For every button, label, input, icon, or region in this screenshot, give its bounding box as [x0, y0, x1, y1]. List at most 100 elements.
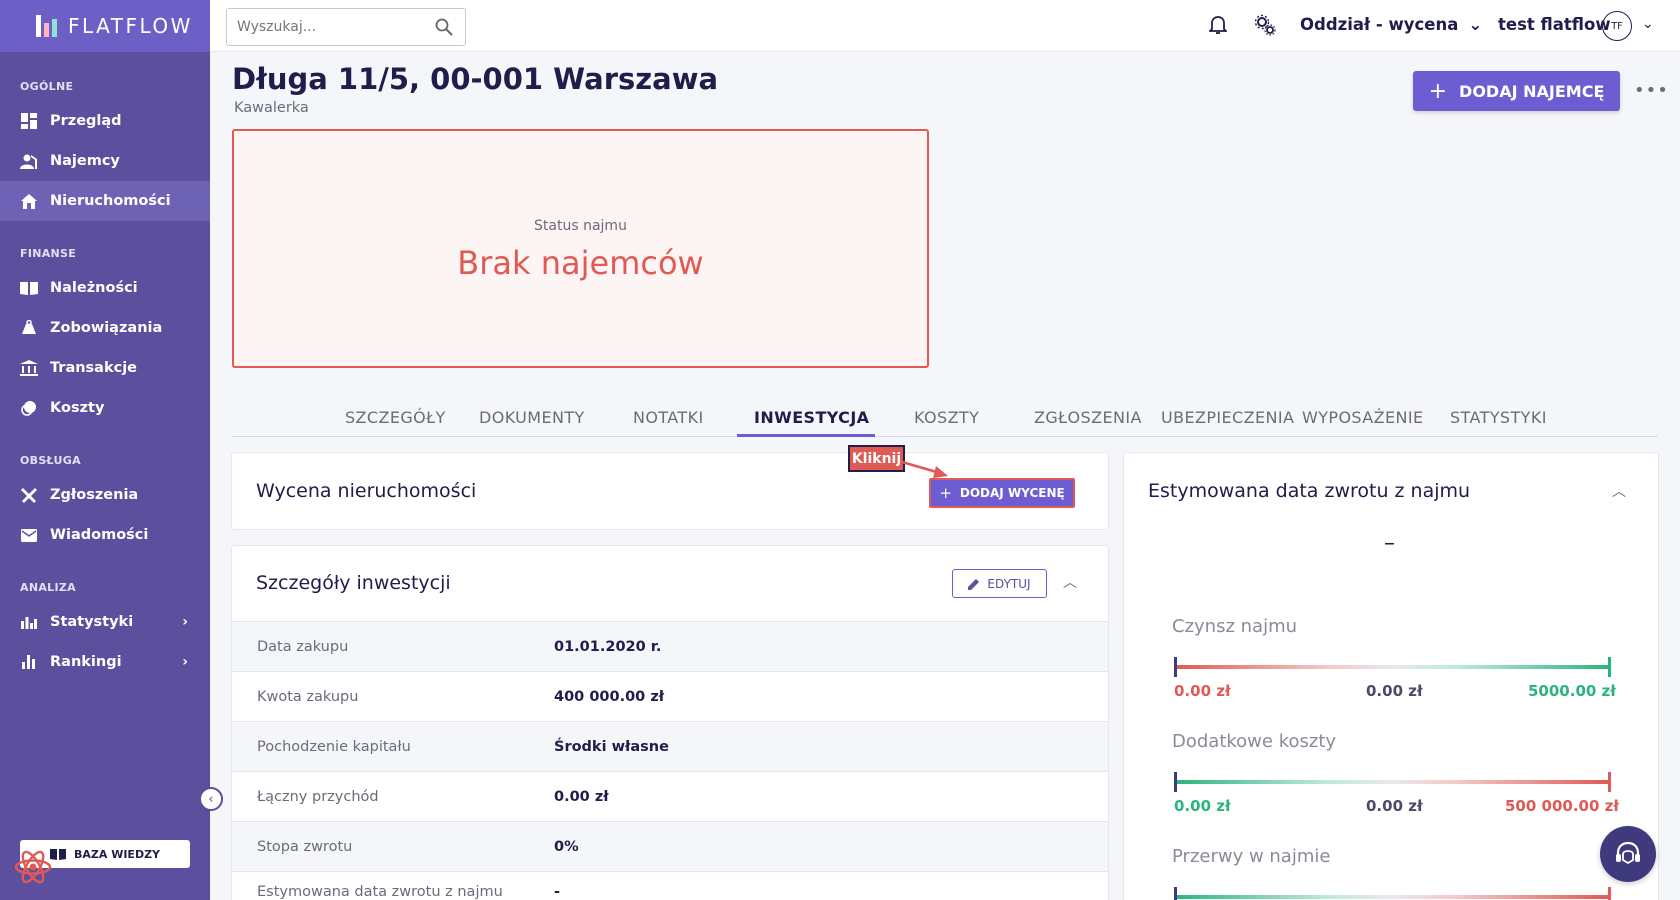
- sidebar-item-przeglad[interactable]: Przegląd: [0, 101, 210, 141]
- vacancy-range-bar: [1174, 895, 1610, 899]
- collapse-sidebar-button[interactable]: ‹: [199, 787, 223, 811]
- add-valuation-label: DODAJ WYCENĘ: [959, 486, 1065, 500]
- open-book-icon: [49, 849, 66, 860]
- sidebar-item-label: Koszty: [50, 400, 105, 416]
- pencil-icon: [968, 578, 980, 590]
- sidebar-item-zobowiazania[interactable]: Zobowiązania: [0, 308, 210, 348]
- sidebar-item-label: Zobowiązania: [50, 320, 163, 336]
- search-icon[interactable]: [435, 18, 453, 36]
- row-value: -: [554, 884, 561, 900]
- row-label: Pochodzenie kapitału: [257, 738, 411, 755]
- range-max-marker: [1608, 887, 1611, 900]
- settings-icon[interactable]: [1254, 14, 1276, 36]
- sidebar: FLATFLOW OGÓLNE Przegląd Najemcy Nieruch…: [0, 0, 210, 900]
- flatflow-logo-icon: [36, 15, 58, 37]
- tab-dokumenty[interactable]: DOKUMENTY: [479, 408, 585, 427]
- sidebar-item-rankingi[interactable]: Rankingi ›: [0, 642, 210, 682]
- branch-label: Oddział - wycena: [1300, 15, 1459, 34]
- sidebar-item-statystyki[interactable]: Statystyki ›: [0, 602, 210, 642]
- tab-zgloszenia[interactable]: ZGŁOSZENIA: [1034, 408, 1142, 427]
- metric-title: Przerwy w najmie: [1172, 846, 1331, 867]
- sidebar-item-label: Należności: [50, 280, 138, 296]
- row-label: Stopa zwrotu: [257, 838, 353, 855]
- add-valuation-button[interactable]: + DODAJ WYCENĘ: [929, 478, 1075, 508]
- search-input[interactable]: [237, 19, 427, 35]
- table-row: Estymowana data zwrotu z najmu -: [232, 871, 1108, 900]
- chevron-left-icon: ‹: [208, 791, 214, 807]
- table-row: Kwota zakupu 400 000.00 zł: [232, 671, 1108, 721]
- book-icon: [20, 279, 38, 297]
- tabs: SZCZEGÓŁY DOKUMENTY NOTATKI INWESTYCJA K…: [232, 396, 1658, 437]
- branch-selector[interactable]: Oddział - wycena ⌄: [1300, 15, 1482, 34]
- ranking-icon: [20, 653, 38, 671]
- sidebar-item-label: Najemcy: [50, 153, 120, 169]
- collapse-chevron-up-icon[interactable]: ︿: [1063, 572, 1077, 592]
- bag-icon: [20, 319, 38, 337]
- mail-icon: [20, 526, 38, 544]
- investment-details-card: Szczegóły inwestycji EDYTUJ ︿ Data zakup…: [231, 545, 1109, 900]
- sidebar-item-wiadomosci[interactable]: Wiadomości: [0, 515, 210, 555]
- row-value: 0%: [554, 838, 579, 855]
- metric-title: Dodatkowe koszty: [1172, 731, 1337, 752]
- avatar[interactable]: TF: [1602, 11, 1632, 41]
- estimate-value: –: [1384, 531, 1395, 556]
- tenants-icon: [20, 152, 38, 170]
- sidebar-item-najemcy[interactable]: Najemcy: [0, 141, 210, 181]
- tools-icon: [20, 486, 38, 504]
- sidebar-item-label: Nieruchomości: [50, 193, 171, 209]
- page-subtitle: Kawalerka: [234, 100, 309, 116]
- user-menu-chevron-icon[interactable]: ⌄: [1642, 16, 1654, 32]
- row-value: 0.00 zł: [554, 788, 609, 805]
- tab-szczegoly[interactable]: SZCZEGÓŁY: [345, 408, 446, 427]
- sidebar-item-nieruchomosci[interactable]: Nieruchomości: [0, 181, 210, 221]
- valuation-card: Wycena nieruchomości + DODAJ WYCENĘ: [231, 452, 1109, 530]
- tab-inwestycja[interactable]: INWESTYCJA: [754, 408, 869, 427]
- estimate-title: Estymowana data zwrotu z najmu: [1148, 480, 1471, 502]
- add-tenant-button[interactable]: + DODAJ NAJEMCĘ: [1413, 71, 1620, 111]
- tab-koszty[interactable]: KOSZTY: [914, 408, 979, 427]
- click-annotation-label: Kliknij: [848, 445, 905, 472]
- bell-icon[interactable]: [1209, 15, 1227, 35]
- chevron-right-icon: ›: [182, 654, 188, 670]
- rental-status-card: Status najmu Brak najemców: [232, 129, 929, 368]
- payback-estimate-card: Estymowana data zwrotu z najmu ︿ – Czyns…: [1123, 452, 1659, 900]
- edit-button[interactable]: EDYTUJ: [952, 569, 1047, 598]
- topbar: Oddział - wycena ⌄ test flatflow TF ⌄: [210, 0, 1680, 52]
- tab-wyposazenie[interactable]: WYPOSAŻENIE: [1302, 408, 1424, 427]
- row-value: Środki własne: [554, 738, 669, 755]
- collapse-chevron-up-icon[interactable]: ︿: [1612, 481, 1626, 501]
- sidebar-item-zgloszenia[interactable]: Zgłoszenia: [0, 475, 210, 515]
- tab-statystyki[interactable]: STATYSTYKI: [1450, 408, 1547, 427]
- support-chat-button[interactable]: [1600, 826, 1656, 882]
- range-max-marker: [1608, 772, 1611, 792]
- react-devtools-icon[interactable]: [14, 848, 52, 886]
- table-row: Pochodzenie kapitału Środki własne: [232, 721, 1108, 771]
- costs-range-bar: [1174, 780, 1610, 784]
- user-name[interactable]: test flatflow: [1498, 15, 1611, 34]
- range-min-marker: [1174, 657, 1177, 677]
- row-label: Data zakupu: [257, 638, 349, 655]
- metric-min: 0.00 zł: [1174, 682, 1231, 700]
- tab-ubezpieczenia[interactable]: UBEZPIECZENIA: [1161, 408, 1294, 427]
- sidebar-item-naleznosci[interactable]: Należności: [0, 268, 210, 308]
- add-tenant-label: DODAJ NAJEMCĘ: [1459, 81, 1605, 101]
- tab-notatki[interactable]: NOTATKI: [633, 408, 704, 427]
- more-options-icon[interactable]: •••: [1634, 80, 1669, 101]
- sidebar-item-label: Statystyki: [50, 614, 134, 630]
- valuation-title: Wycena nieruchomości: [256, 480, 477, 502]
- metric-current: 0.00 zł: [1366, 682, 1423, 700]
- nav-section-obsluga: OBSŁUGA: [20, 454, 81, 467]
- metric-max: 500 000.00 zł: [1505, 797, 1619, 815]
- table-row: Łączny przychód 0.00 zł: [232, 771, 1108, 821]
- table-row: Data zakupu 01.01.2020 r.: [232, 621, 1108, 671]
- row-label: Estymowana data zwrotu z najmu: [257, 884, 503, 900]
- sidebar-item-transakcje[interactable]: Transakcje: [0, 348, 210, 388]
- status-label: Status najmu: [534, 218, 627, 234]
- home-icon: [20, 192, 38, 210]
- logo[interactable]: FLATFLOW: [0, 0, 210, 52]
- app-name: FLATFLOW: [68, 14, 193, 38]
- sidebar-item-koszty[interactable]: Koszty: [0, 388, 210, 428]
- metric-title: Czynsz najmu: [1172, 616, 1298, 637]
- edit-label: EDYTUJ: [987, 576, 1031, 591]
- row-label: Kwota zakupu: [257, 688, 359, 705]
